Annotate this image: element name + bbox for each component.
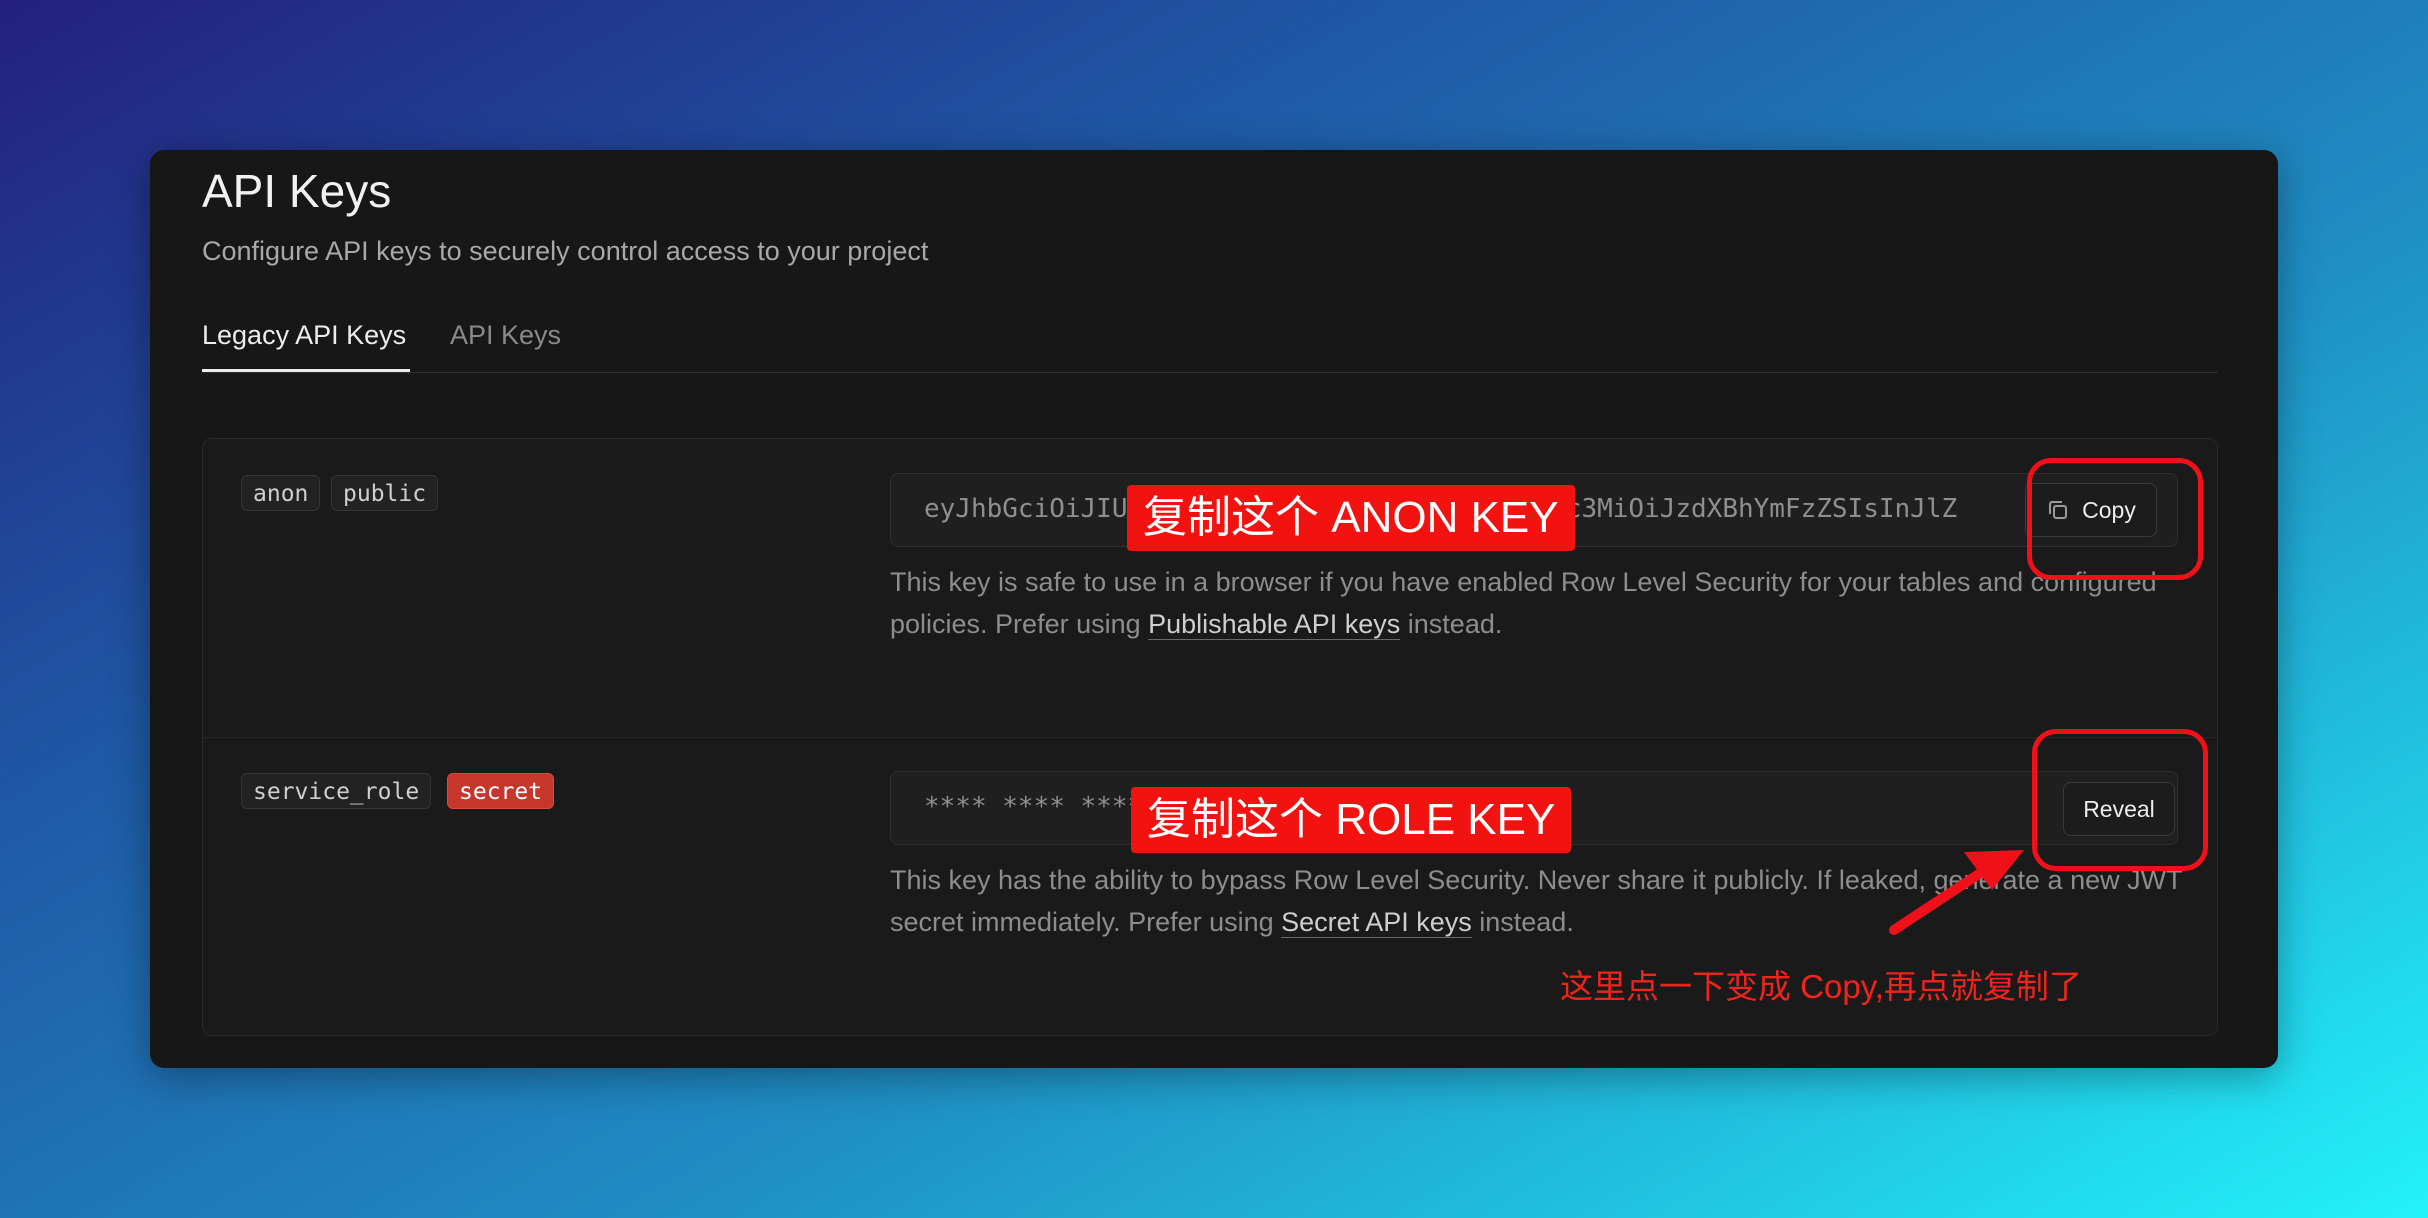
annotation-arrow <box>1889 850 2024 935</box>
annotation-note: 这里点一下变成 Copy,再点就复制了 <box>1560 968 2082 1005</box>
